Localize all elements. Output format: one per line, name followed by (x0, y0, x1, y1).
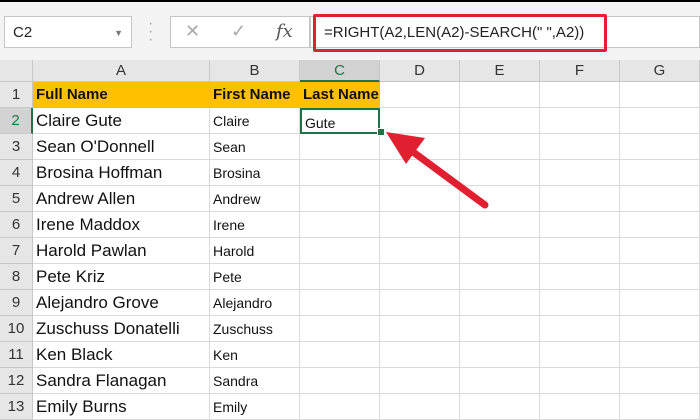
arrow-shaft (401, 142, 489, 209)
arrow-annotation (386, 132, 489, 209)
